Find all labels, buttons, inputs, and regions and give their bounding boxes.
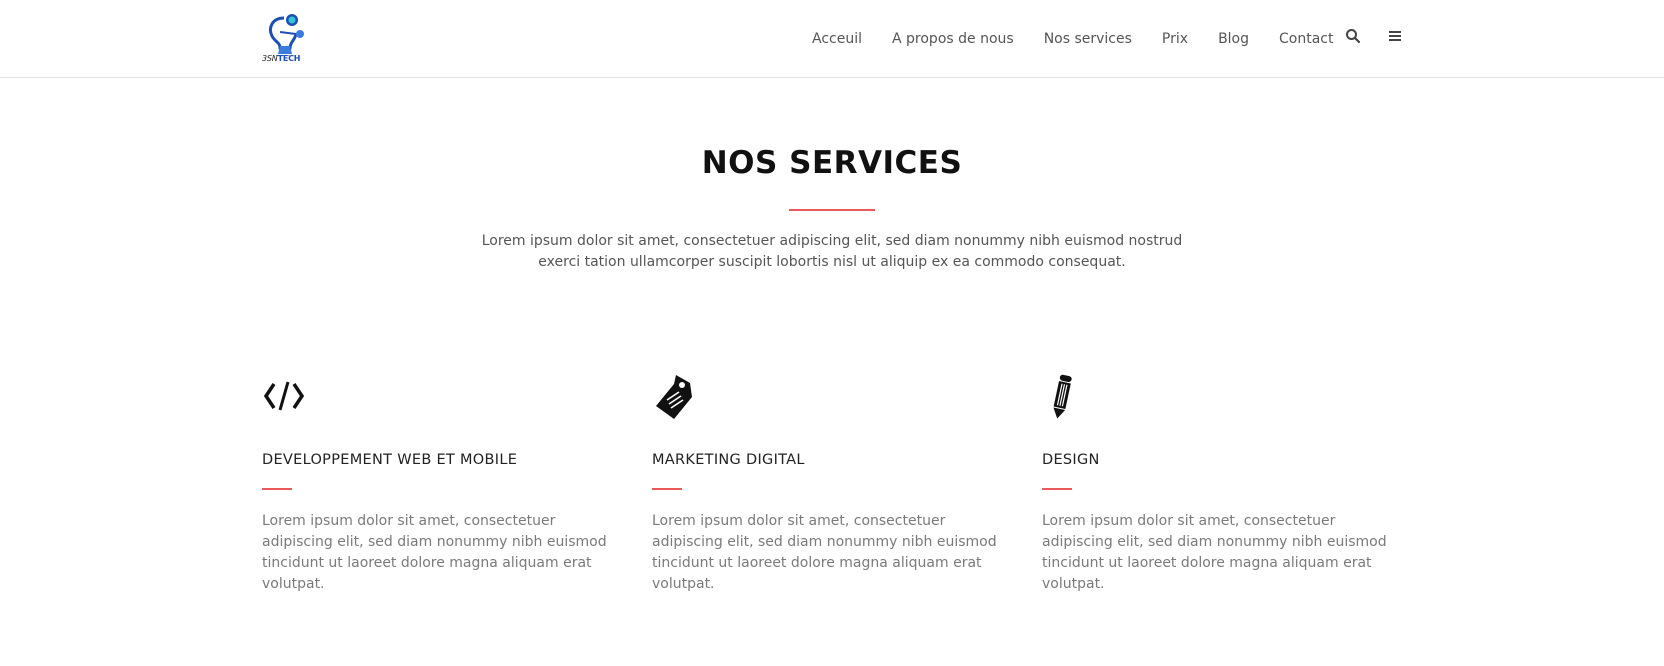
service-title: DEVELOPPEMENT WEB ET MOBILE (262, 452, 518, 468)
service-card-design: DESIGN Lorem ipsum dolor sit amet, conse… (1042, 372, 1402, 592)
site-header: 3SNTECH Acceuil A propos de nous Nos ser… (0, 0, 1664, 78)
service-description: Lorem ipsum dolor sit amet, consectetuer… (1042, 513, 1387, 592)
service-underline (1042, 488, 1072, 490)
main-nav: Acceuil A propos de nous Nos services Pr… (812, 0, 1363, 78)
logo-icon (269, 14, 304, 56)
logo-brand: TECH (277, 54, 301, 63)
service-underline (652, 488, 682, 490)
section-title: NOS SERVICES (701, 145, 963, 181)
service-card-web-mobile: DEVELOPPEMENT WEB ET MOBILE Lorem ipsum … (262, 372, 622, 592)
nav-contact[interactable]: Contact (1279, 31, 1333, 47)
code-icon (262, 372, 310, 420)
service-card-marketing: MARKETING DIGITAL Lorem ipsum dolor sit … (652, 372, 1012, 592)
service-underline (262, 488, 292, 490)
logo-prefix: 3SN (262, 54, 278, 63)
logo-wordmark: 3SNTECH (262, 54, 314, 63)
search-icon[interactable] (1345, 28, 1361, 44)
service-title: MARKETING DIGITAL (652, 452, 805, 468)
section-intro: Lorem ipsum dolor sit amet, consectetuer… (481, 233, 1183, 270)
service-description: Lorem ipsum dolor sit amet, consectetuer… (652, 513, 997, 592)
tag-icon (652, 372, 700, 420)
nav-blog[interactable]: Blog (1218, 31, 1249, 47)
site-logo[interactable]: 3SNTECH (262, 12, 314, 64)
nav-acceuil[interactable]: Acceuil (812, 31, 862, 47)
nav-a-propos[interactable]: A propos de nous (892, 31, 1014, 47)
nav-prix[interactable]: Prix (1162, 31, 1188, 47)
service-description: Lorem ipsum dolor sit amet, consectetuer… (262, 513, 607, 592)
title-underline (789, 209, 875, 211)
service-title: DESIGN (1042, 452, 1100, 468)
pencil-icon (1042, 372, 1090, 420)
menu-icon[interactable] (1387, 28, 1403, 44)
nav-nos-services[interactable]: Nos services (1044, 31, 1132, 47)
